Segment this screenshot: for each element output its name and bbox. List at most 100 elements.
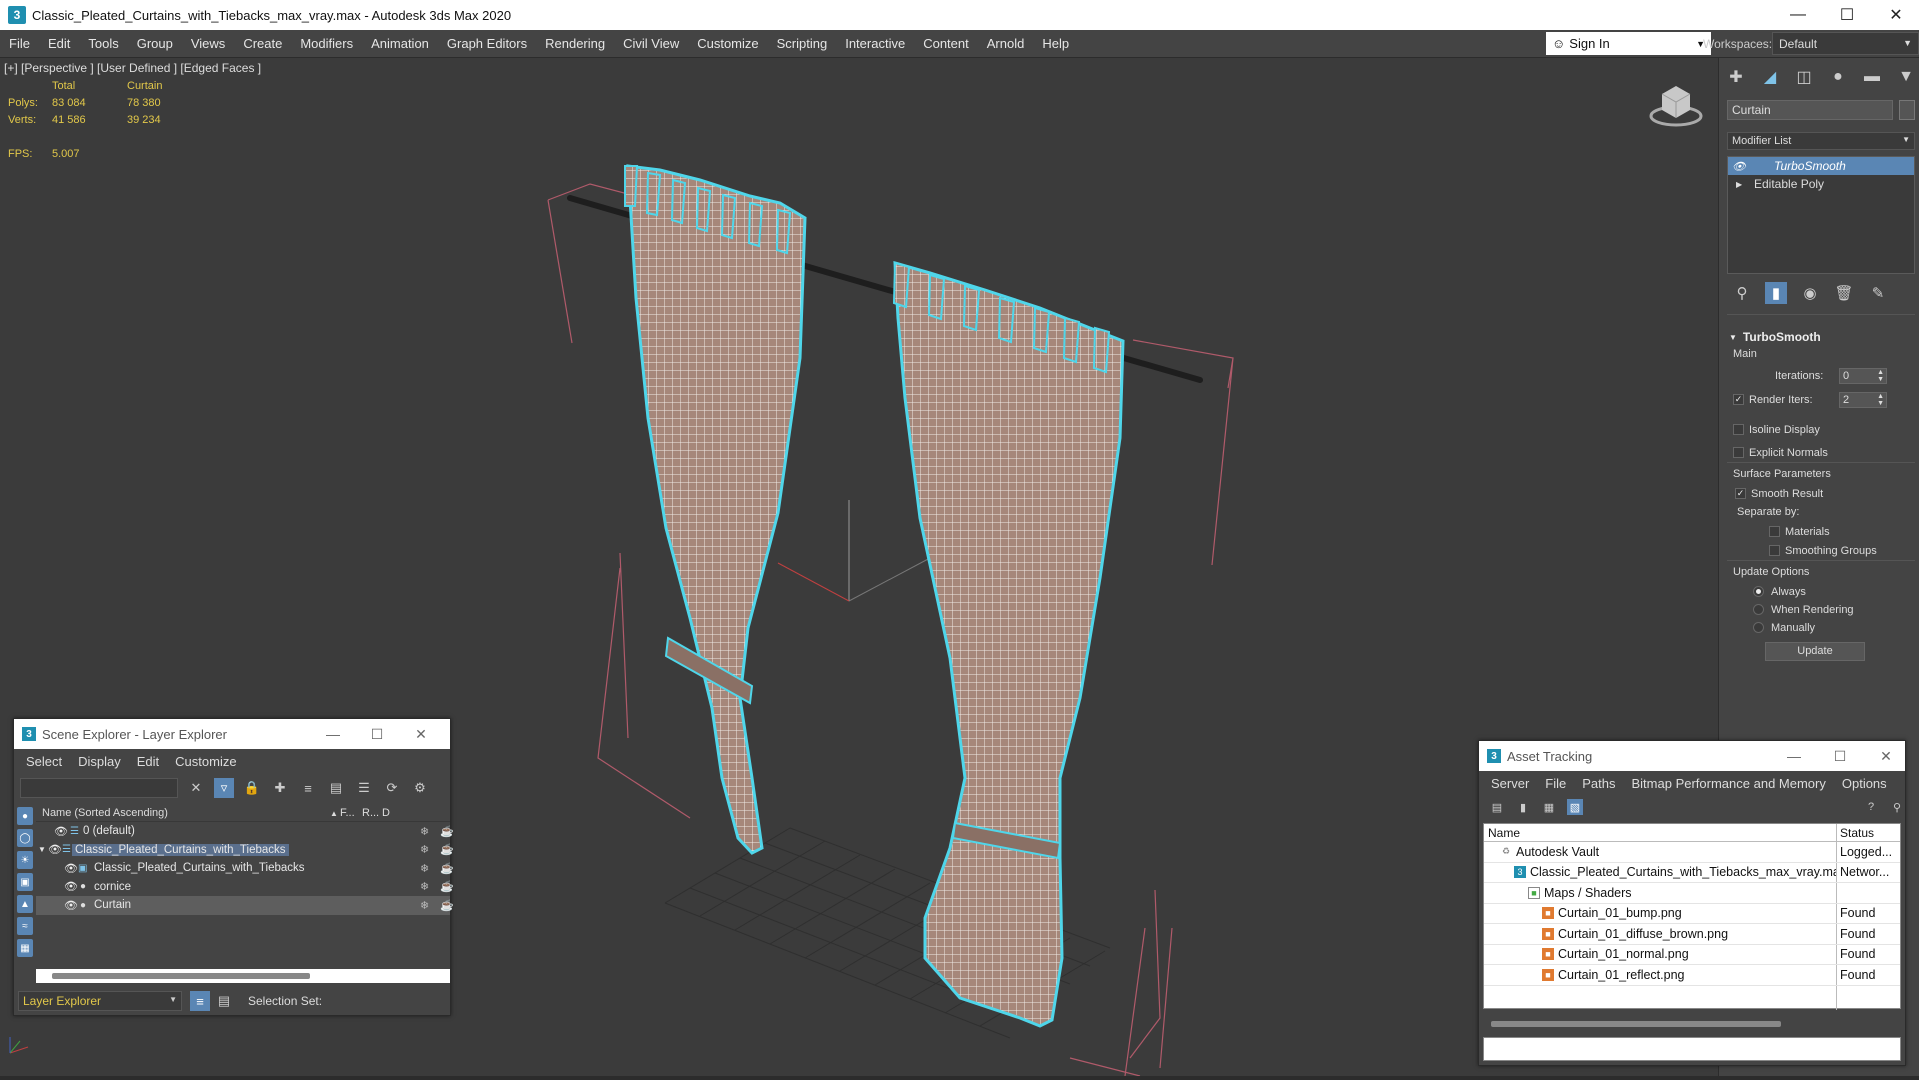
freeze-icon[interactable]: ❄	[420, 862, 429, 875]
hierarchy-icon[interactable]: ▤	[326, 778, 346, 798]
always-radio[interactable]	[1753, 586, 1764, 597]
eye-icon[interactable]: 👁	[1732, 160, 1748, 173]
update-button[interactable]: Update	[1765, 642, 1865, 661]
menu-civil-view[interactable]: Civil View	[614, 36, 688, 51]
scene-explorer-titlebar[interactable]: 3 Scene Explorer - Layer Explorer — ☐ ✕	[14, 719, 450, 749]
refresh-icon[interactable]: ▤	[1489, 799, 1505, 815]
menu-interactive[interactable]: Interactive	[836, 36, 914, 51]
minimize-icon[interactable]: —	[1775, 0, 1821, 30]
maximize-icon[interactable]: ☐	[1819, 741, 1861, 771]
motion-tab-icon[interactable]: ●	[1829, 68, 1847, 86]
column-extra[interactable]: D	[382, 807, 390, 819]
menu-edit[interactable]: Edit	[39, 36, 79, 51]
tree-view-icon[interactable]: ▧	[1567, 799, 1583, 815]
pin-stack-icon[interactable]: ⚲	[1731, 282, 1753, 304]
table-row[interactable]: 👁 ▣ Classic_Pleated_Curtains_with_Tiebac…	[36, 859, 454, 878]
menu-animation[interactable]: Animation	[362, 36, 438, 51]
close-icon[interactable]: ✕	[400, 719, 442, 749]
se-menu-select[interactable]: Select	[18, 754, 70, 769]
se-menu-customize[interactable]: Customize	[167, 754, 244, 769]
freeze-icon[interactable]: ❄	[420, 825, 429, 838]
stack-item-editable-poly[interactable]: ▶ Editable Poly	[1728, 175, 1914, 193]
menu-group[interactable]: Group	[128, 36, 182, 51]
manually-radio[interactable]	[1753, 622, 1764, 633]
menu-arnold[interactable]: Arnold	[978, 36, 1034, 51]
menu-tools[interactable]: Tools	[79, 36, 127, 51]
pin-icon[interactable]: ⚲	[1889, 799, 1905, 815]
workspaces-dropdown[interactable]: Default ▼	[1772, 32, 1919, 55]
display-tab-monitor-icon[interactable]: ▬	[1863, 68, 1881, 86]
table-row[interactable]: 3 Classic_Pleated_Curtains_with_Tiebacks…	[1484, 863, 1900, 883]
viewport-label[interactable]: [+] [Perspective ] [User Defined ] [Edge…	[4, 61, 261, 75]
clear-search-icon[interactable]: ✕	[186, 778, 206, 798]
column-frozen[interactable]: F...	[340, 807, 362, 819]
configure-modifier-sets-icon[interactable]: ✎	[1867, 282, 1889, 304]
menu-modifiers[interactable]: Modifiers	[291, 36, 362, 51]
render-teapot-icon[interactable]: ☕	[440, 862, 454, 875]
menu-views[interactable]: Views	[182, 36, 234, 51]
table-row[interactable]: ■ Maps / Shaders	[1484, 883, 1900, 904]
minimize-icon[interactable]: —	[312, 719, 354, 749]
menu-create[interactable]: Create	[234, 36, 291, 51]
table-row[interactable]: 👁 ● Curtain ❄ ☕	[36, 896, 454, 915]
table-row[interactable]: ▼ 👁 ☰ Classic_Pleated_Curtains_with_Tieb…	[36, 841, 454, 860]
column-render[interactable]: R...	[362, 807, 382, 819]
render-iters-spinner[interactable]: 2 ▲ ▼	[1839, 392, 1887, 408]
table-row[interactable]: ■ Curtain_01_reflect.png Found	[1484, 965, 1900, 986]
spinner-arrows-icon[interactable]: ▲ ▼	[1877, 393, 1884, 407]
table-row[interactable]: ■ Curtain_01_normal.png Found	[1484, 945, 1900, 965]
se-menu-edit[interactable]: Edit	[129, 754, 167, 769]
help-icon[interactable]: ?	[1863, 799, 1879, 815]
freeze-icon[interactable]: ❄	[420, 880, 429, 893]
freeze-icon[interactable]: ❄	[420, 843, 429, 856]
at-menu-paths[interactable]: Paths	[1574, 776, 1623, 791]
smoothing-groups-checkbox[interactable]	[1769, 545, 1780, 556]
list-view-icon[interactable]: ▮	[1515, 799, 1531, 815]
maximize-icon[interactable]: ☐	[356, 719, 398, 749]
eye-icon[interactable]: 👁	[48, 843, 62, 856]
eye-icon[interactable]: 👁	[64, 880, 78, 893]
stack-icon[interactable]: ☰	[354, 778, 374, 798]
viewcube-icon[interactable]	[1648, 80, 1704, 130]
display-geometry-icon[interactable]: ●	[17, 807, 33, 825]
at-menu-options[interactable]: Options	[1834, 776, 1895, 791]
freeze-icon[interactable]: ❄	[420, 899, 429, 912]
iterations-spinner[interactable]: 0 ▲ ▼	[1839, 368, 1887, 384]
expand-arrow-icon[interactable]: ▶	[1736, 180, 1748, 189]
make-unique-icon[interactable]: ◉	[1799, 282, 1821, 304]
render-teapot-icon[interactable]: ☕	[440, 825, 454, 838]
table-row[interactable]: ♻ Autodesk Vault Logged...	[1484, 842, 1900, 863]
at-menu-file[interactable]: File	[1537, 776, 1574, 791]
horizontal-scrollbar[interactable]	[1491, 1021, 1781, 1027]
explicit-normals-checkbox[interactable]	[1733, 447, 1744, 458]
close-icon[interactable]: ✕	[1873, 0, 1919, 30]
lock-icon[interactable]: 🔒	[242, 778, 262, 798]
layers-icon[interactable]: ≡	[298, 778, 318, 798]
horizontal-scrollbar[interactable]	[36, 969, 450, 983]
object-color-swatch[interactable]	[1899, 100, 1915, 120]
menu-scripting[interactable]: Scripting	[768, 36, 837, 51]
eye-icon[interactable]: 👁	[64, 862, 78, 875]
display-shapes-icon[interactable]: ◯	[17, 829, 33, 847]
menu-file[interactable]: File	[0, 36, 39, 51]
render-iters-checkbox[interactable]: ✓	[1733, 394, 1744, 405]
display-lights-icon[interactable]: ☀	[17, 851, 33, 869]
layers-toggle-icon[interactable]: ≡	[190, 991, 210, 1011]
table-view-icon[interactable]: ▦	[1541, 799, 1557, 815]
render-teapot-icon[interactable]: ☕	[440, 880, 454, 893]
filter-icon[interactable]: ▿	[214, 778, 234, 798]
modify-tab-curve-icon[interactable]: ◢	[1761, 68, 1779, 86]
rollout-header[interactable]: ▼ TurboSmooth	[1727, 328, 1915, 346]
display-spacewarps-icon[interactable]: ≈	[17, 917, 33, 935]
asset-tracking-titlebar[interactable]: 3 Asset Tracking — ☐ ✕	[1479, 741, 1905, 771]
menu-rendering[interactable]: Rendering	[536, 36, 614, 51]
expand-arrow-icon[interactable]: ▼	[38, 845, 46, 854]
maximize-icon[interactable]: ☐	[1824, 0, 1870, 30]
display-helpers-icon[interactable]: ▲	[17, 895, 33, 913]
table-row[interactable]: ■ Curtain_01_diffuse_brown.png Found	[1484, 924, 1900, 945]
stack-item-turbosmooth[interactable]: 👁 TurboSmooth	[1728, 157, 1914, 175]
minimize-icon[interactable]: —	[1773, 741, 1815, 771]
at-menu-bitmap-performance[interactable]: Bitmap Performance and Memory	[1624, 776, 1834, 791]
hierarchy-toggle-icon[interactable]: ▤	[214, 991, 234, 1011]
menu-customize[interactable]: Customize	[688, 36, 767, 51]
